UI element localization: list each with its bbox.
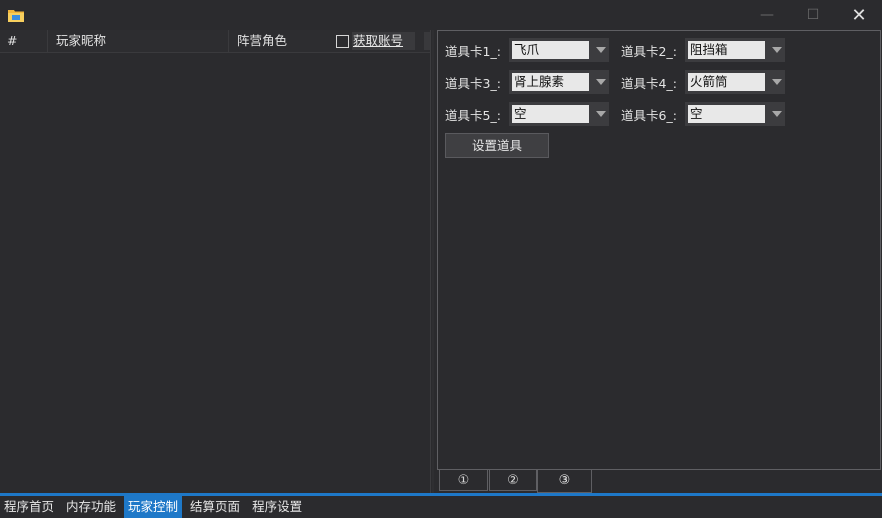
item-slot-2-value: 阻挡箱: [688, 41, 765, 59]
column-header-index[interactable]: #: [0, 30, 48, 52]
item-slot-5-select[interactable]: 空: [509, 102, 609, 126]
set-items-button[interactable]: 设置道具: [445, 133, 549, 158]
chevron-down-icon: [596, 47, 606, 53]
nav-item-settings[interactable]: 程序设置: [248, 496, 306, 518]
player-list-header: # 玩家昵称 阵营角色 获取账号: [0, 30, 430, 53]
nav-item-player-control[interactable]: 玩家控制: [124, 496, 183, 518]
item-slot-3-label: 道具卡3_:: [445, 76, 501, 91]
nav-item-settlement[interactable]: 结算页面: [186, 496, 244, 518]
item-slot-4-value: 火箭筒: [688, 73, 765, 91]
tab-1[interactable]: ①: [439, 470, 488, 491]
chevron-down-icon: [596, 111, 606, 117]
item-slot-4-select[interactable]: 火箭筒: [685, 70, 785, 94]
folder-app-icon: [8, 10, 24, 22]
tab-3-active[interactable]: ③: [537, 470, 592, 493]
item-card-panel: 道具卡1_: 飞爪 道具卡2_: 阻挡箱 道具卡3_: 肾上腺素 道具卡4_: …: [437, 30, 881, 470]
item-slot-3-select[interactable]: 肾上腺素: [509, 70, 609, 94]
item-slot-6-label: 道具卡6_:: [621, 108, 677, 123]
bottom-nav: 程序首页 内存功能 玩家控制 结算页面 程序设置: [0, 496, 882, 518]
column-header-camp-role[interactable]: 阵营角色: [230, 30, 335, 52]
item-slot-3-value: 肾上腺素: [512, 73, 589, 91]
get-account-control[interactable]: 获取账号: [336, 32, 416, 50]
column-header-nickname[interactable]: 玩家昵称: [49, 30, 229, 52]
header-filler: [424, 32, 430, 50]
player-list: # 玩家昵称 阵营角色 获取账号: [0, 30, 431, 493]
tab-2[interactable]: ②: [489, 470, 537, 491]
item-slot-2-select[interactable]: 阻挡箱: [685, 38, 785, 62]
item-slot-4-label: 道具卡4_:: [621, 76, 677, 91]
item-slot-1-select[interactable]: 飞爪: [509, 38, 609, 62]
minimize-button[interactable]: —: [744, 0, 790, 30]
chevron-down-icon: [772, 111, 782, 117]
item-slot-1-label: 道具卡1_:: [445, 44, 501, 59]
title-bar: — ☐ ✕: [0, 0, 882, 30]
get-account-button[interactable]: 获取账号: [352, 32, 416, 50]
close-button[interactable]: ✕: [836, 0, 882, 30]
item-slot-6-value: 空: [688, 105, 765, 123]
splitter[interactable]: [432, 30, 434, 493]
item-slot-1-value: 飞爪: [512, 41, 589, 59]
maximize-button[interactable]: ☐: [790, 0, 836, 30]
item-slot-2-label: 道具卡2_:: [621, 44, 677, 59]
item-slot-5-value: 空: [512, 105, 589, 123]
item-slot-6-select[interactable]: 空: [685, 102, 785, 126]
get-account-checkbox[interactable]: [336, 34, 349, 48]
chevron-down-icon: [596, 79, 606, 85]
chevron-down-icon: [772, 79, 782, 85]
nav-item-home[interactable]: 程序首页: [0, 496, 58, 518]
nav-item-memory[interactable]: 内存功能: [62, 496, 120, 518]
item-slot-5-label: 道具卡5_:: [445, 108, 501, 123]
chevron-down-icon: [772, 47, 782, 53]
